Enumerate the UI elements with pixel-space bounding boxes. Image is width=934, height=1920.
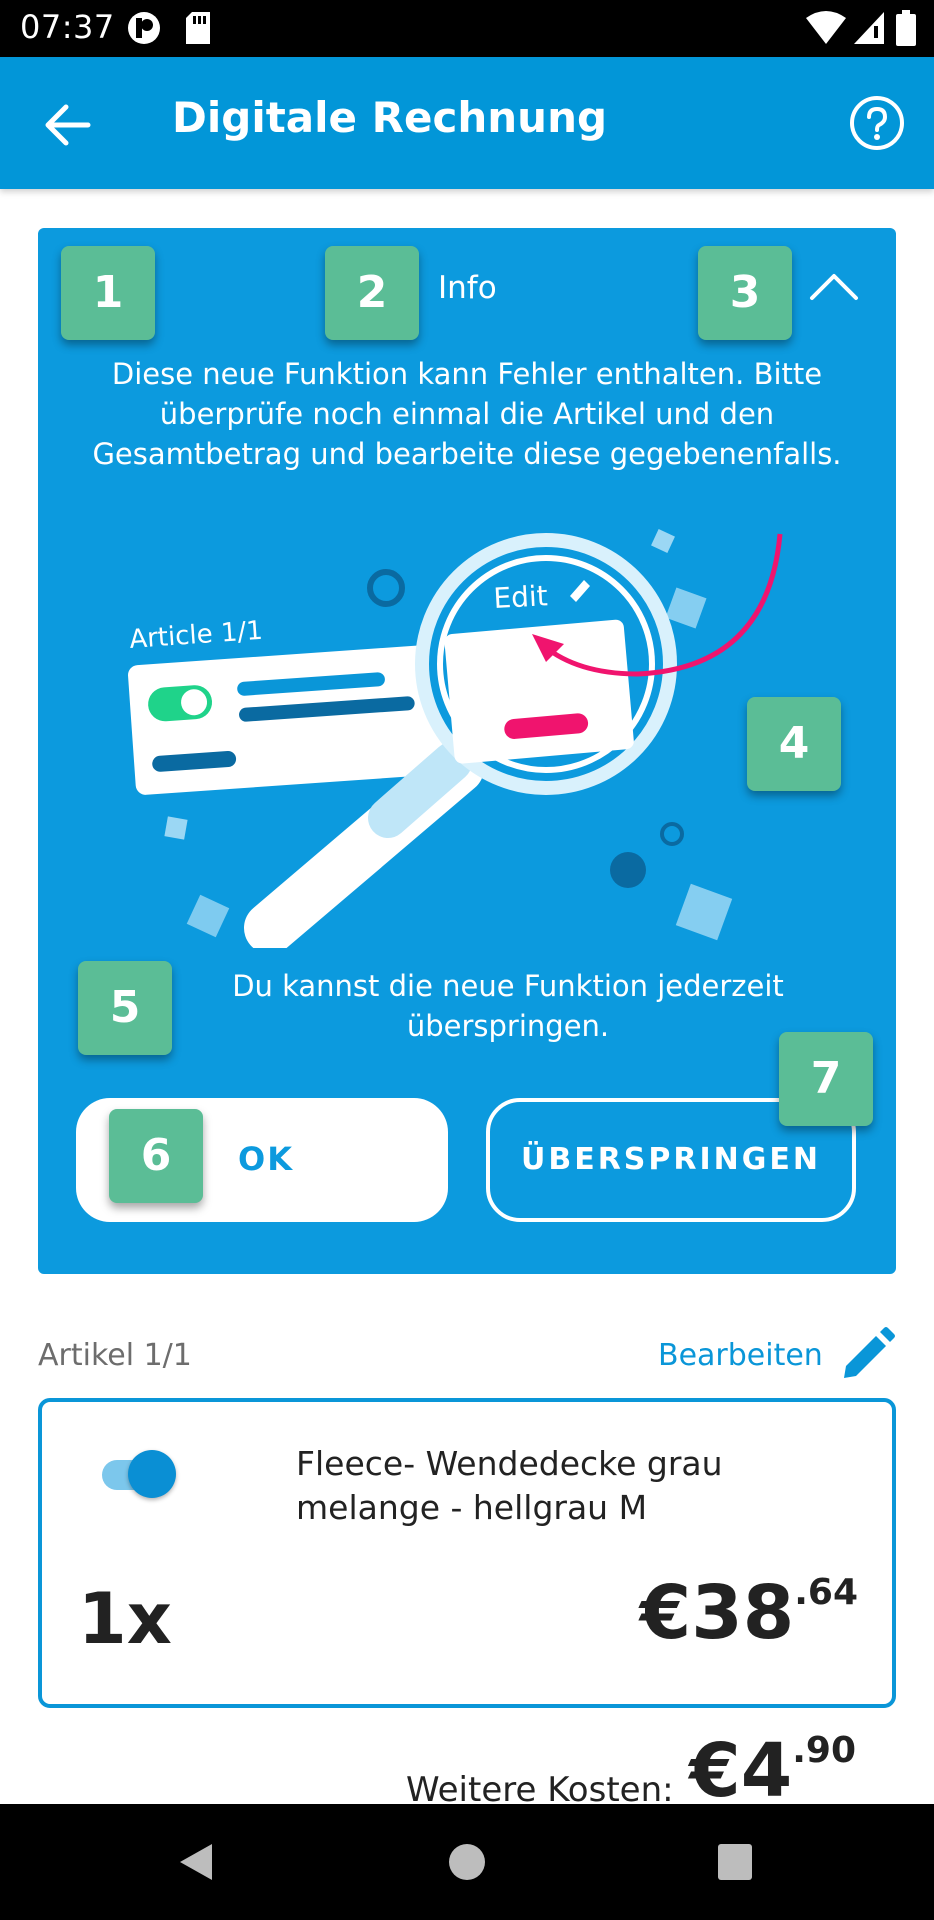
battery-icon	[896, 10, 916, 52]
illustration-article-label: Article 1/1	[128, 616, 263, 655]
article-card[interactable]: Fleece- Wendedecke grau melange - hellgr…	[38, 1398, 896, 1708]
navigation-bar	[0, 1804, 934, 1920]
further-costs-cents: .90	[792, 1730, 856, 1771]
app-bar: Digitale Rechnung	[0, 57, 934, 189]
info-header-label: Info	[438, 270, 497, 306]
article-name: Fleece- Wendedecke grau melange - hellgr…	[296, 1444, 723, 1527]
status-time: 07:37	[20, 8, 115, 46]
arrow-left-icon[interactable]	[40, 97, 96, 153]
signal-icon	[852, 10, 886, 50]
toggle-knob	[128, 1450, 176, 1498]
article-toggle[interactable]	[98, 1448, 180, 1502]
further-costs-value: €4.90	[689, 1728, 856, 1814]
badge-1: 1	[61, 246, 155, 340]
status-bar: 07:37	[0, 0, 934, 57]
illustration-edit-label: Edit	[493, 579, 549, 615]
notification-icon	[126, 10, 162, 50]
badge-2: 2	[325, 246, 419, 340]
ok-button-label: OK	[238, 1140, 294, 1178]
further-costs-main: €4	[689, 1728, 793, 1814]
article-quantity: 1x	[78, 1578, 172, 1660]
wifi-icon	[806, 10, 846, 50]
article-count: Artikel 1/1	[38, 1338, 192, 1373]
badge-5: 5	[78, 961, 172, 1055]
badge-7: 7	[779, 1032, 873, 1126]
recents-square-icon[interactable]	[716, 1840, 754, 1888]
badge-4: 4	[747, 697, 841, 791]
sd-card-icon	[184, 10, 212, 50]
article-price: €38.64	[640, 1570, 858, 1656]
info-message: Diese neue Funktion kann Fehler enthalte…	[92, 357, 842, 471]
chevron-up-icon[interactable]	[804, 266, 864, 306]
back-triangle-icon[interactable]	[176, 1840, 216, 1888]
badge-6: 6	[109, 1109, 203, 1203]
page-title: Digitale Rechnung	[172, 93, 608, 142]
article-price-cents: .64	[794, 1572, 858, 1613]
help-circle-icon[interactable]	[848, 94, 906, 152]
badge-3: 3	[698, 246, 792, 340]
skip-hint: Du kannst die neue Funktion jederzeit üb…	[232, 969, 784, 1043]
pencil-icon[interactable]	[838, 1326, 896, 1384]
screen: 07:37 Digitale Rechnung Info Diese neue …	[0, 0, 934, 1920]
home-circle-icon[interactable]	[448, 1840, 486, 1888]
edit-link[interactable]: Bearbeiten	[658, 1338, 823, 1373]
article-price-main: €38	[639, 1570, 795, 1656]
